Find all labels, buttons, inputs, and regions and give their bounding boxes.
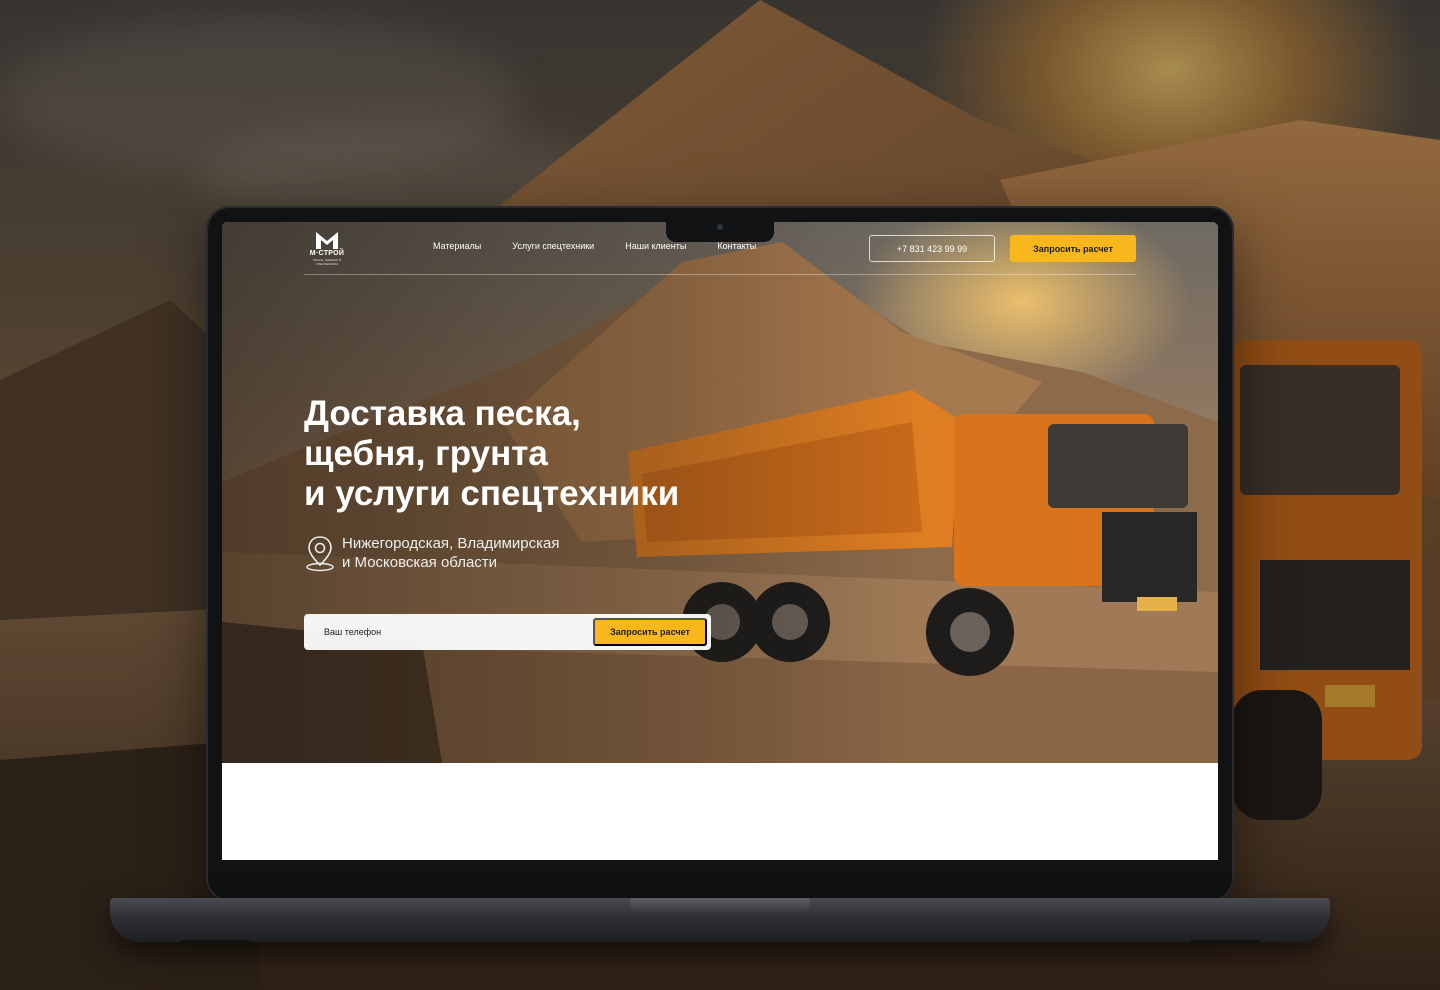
laptop-notch	[666, 222, 774, 242]
submit-request-button[interactable]: Запросить расчет	[593, 618, 707, 646]
logo-m-icon	[316, 232, 338, 249]
hero-section: М·СТРОЙ ПЕСОК, ЩЕБЕНЬ И СПЕЦТЕХНИКА Мате…	[222, 222, 1218, 763]
service-region: Нижегородская, Владимирская и Московская…	[304, 534, 560, 572]
main-nav: Материалы Услуги спецтехники Наши клиент…	[433, 241, 787, 251]
logo-tagline: ПЕСОК, ЩЕБЕНЬ И СПЕЦТЕХНИКА	[313, 258, 341, 266]
logo[interactable]: М·СТРОЙ ПЕСОК, ЩЕБЕНЬ И СПЕЦТЕХНИКА	[304, 230, 350, 266]
callback-form: Запросить расчет	[304, 614, 711, 650]
nav-item-clients[interactable]: Наши клиенты	[625, 241, 686, 251]
nav-item-contacts[interactable]: Контакты	[717, 241, 756, 251]
region-text: Нижегородская, Владимирская и Московская…	[342, 535, 560, 571]
phone-input[interactable]	[304, 614, 589, 650]
laptop-base	[110, 898, 1330, 944]
hero-title: Доставка песка, щебня, грунта и услуги с…	[304, 394, 680, 513]
laptop-screen: М·СТРОЙ ПЕСОК, ЩЕБЕНЬ И СПЕЦТЕХНИКА Мате…	[222, 222, 1218, 860]
request-quote-button[interactable]: Запросить расчет	[1010, 235, 1136, 262]
logo-name: М·СТРОЙ	[309, 250, 345, 257]
laptop-foot	[180, 940, 250, 944]
nav-item-materials[interactable]: Материалы	[433, 241, 481, 251]
phone-button[interactable]: +7 831 423 99 99	[869, 235, 995, 262]
camera-icon	[717, 224, 723, 230]
laptop-foot	[1190, 940, 1260, 944]
map-pin-icon	[306, 536, 334, 572]
laptop-groove	[630, 898, 810, 912]
nav-item-services[interactable]: Услуги спецтехники	[512, 241, 594, 251]
